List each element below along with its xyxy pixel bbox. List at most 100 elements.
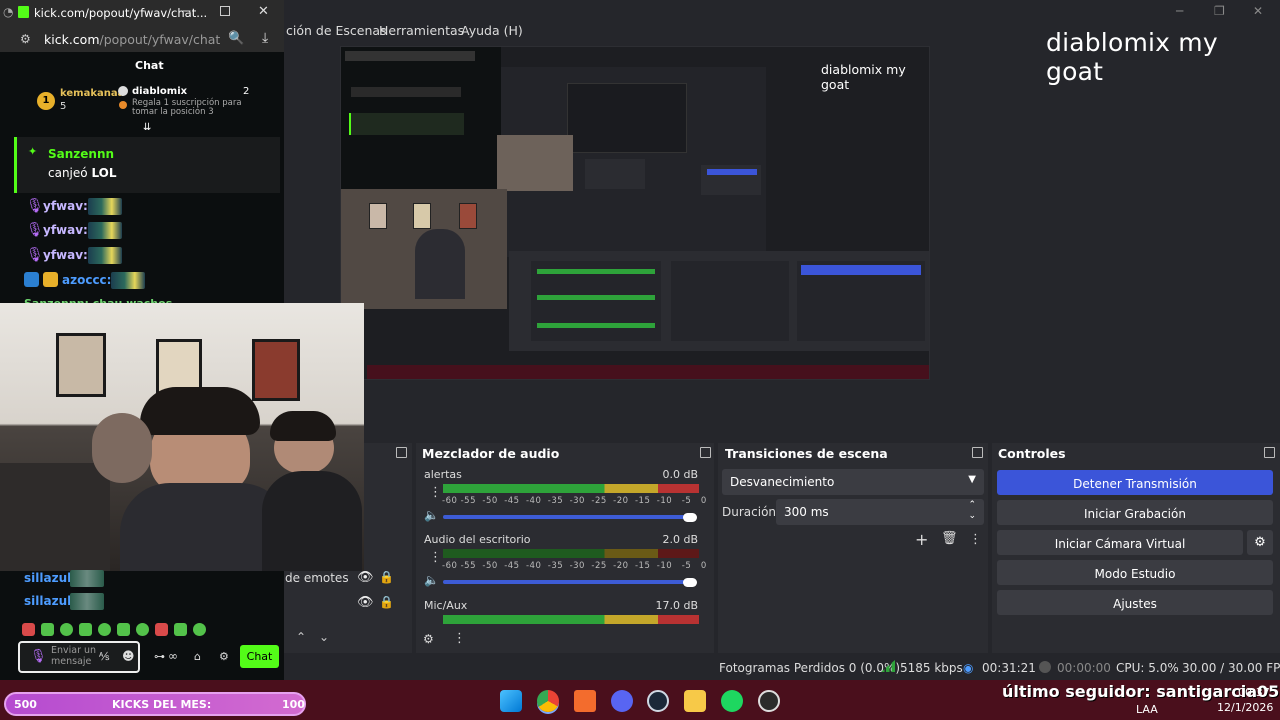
zoom-icon[interactable]: 🔍 xyxy=(228,31,244,46)
speaker-icon[interactable]: 🔈 xyxy=(424,573,439,587)
translate-icon[interactable]: ⅍ xyxy=(99,650,109,663)
poster xyxy=(56,333,106,397)
transition-select[interactable]: Desvanecimiento ▼ xyxy=(722,469,984,495)
close-icon[interactable]: ✕ xyxy=(258,4,269,19)
chevron-up-icon[interactable]: ⌃ xyxy=(296,630,306,644)
leaderboard-name[interactable]: diablomix xyxy=(132,86,187,97)
emoji-icon[interactable]: ☻ xyxy=(122,649,135,663)
undock-icon[interactable] xyxy=(972,447,983,458)
emote-icon[interactable] xyxy=(60,623,73,636)
chrome-icon[interactable] xyxy=(537,690,559,712)
duration-field[interactable]: 300 ms ⌃ ⌄ xyxy=(776,499,984,525)
emote-icon[interactable] xyxy=(155,623,168,636)
menu-scene-collection[interactable]: ción de Escenas xyxy=(286,23,387,38)
emote-icon[interactable] xyxy=(79,623,92,636)
record-time: 00:00:00 xyxy=(1057,661,1111,675)
minimize-icon[interactable]: ─ xyxy=(183,4,190,18)
store-icon[interactable]: ⌂ xyxy=(194,650,201,663)
undock-icon[interactable] xyxy=(1264,447,1275,458)
chevron-down-icon[interactable]: ⌄ xyxy=(319,630,329,644)
clock-time[interactable]: 00:37 xyxy=(1238,686,1270,699)
gear-icon[interactable]: ⚙ xyxy=(423,632,434,646)
leaderboard-name[interactable]: kemakanaa xyxy=(60,88,124,99)
clock-date[interactable]: 12/1/2026 xyxy=(1217,701,1273,714)
volume-meter xyxy=(443,615,699,624)
speaker-icon[interactable]: 🔈 xyxy=(424,508,439,522)
emote-icon[interactable] xyxy=(41,623,54,636)
lock-icon[interactable]: 🔒 xyxy=(379,595,394,609)
chat-username[interactable]: sillazul: xyxy=(24,594,76,608)
discord-icon[interactable] xyxy=(611,690,633,712)
add-icon[interactable]: + xyxy=(915,530,928,549)
trash-icon[interactable]: 🗑 xyxy=(941,531,958,546)
fl-studio-icon[interactable] xyxy=(574,690,596,712)
eye-icon[interactable]: 👁 xyxy=(357,570,374,585)
emote-icon[interactable] xyxy=(98,623,111,636)
menu-tools[interactable]: Herramientas xyxy=(379,23,464,38)
close-icon[interactable]: ✕ xyxy=(1253,4,1263,18)
rank-badge: 1 xyxy=(37,92,55,110)
nested-highlight xyxy=(349,113,464,135)
undock-icon[interactable] xyxy=(396,447,407,458)
chat-settings-icon[interactable]: ⚙ xyxy=(219,650,229,663)
steam-icon[interactable] xyxy=(647,690,669,712)
volume-knob[interactable] xyxy=(683,513,697,522)
chat-username[interactable]: azoccc: xyxy=(62,273,111,287)
site-settings-icon[interactable]: ⚙ xyxy=(20,32,31,46)
eye-icon[interactable]: 👁 xyxy=(357,595,374,610)
crown-badge-icon xyxy=(43,272,58,287)
mixer-menu-icon[interactable]: ⋮ xyxy=(453,632,466,645)
emote-icon[interactable] xyxy=(136,623,149,636)
language-indicator[interactable]: LAA xyxy=(1136,703,1158,716)
file-explorer-icon[interactable] xyxy=(684,690,706,712)
redeem-user[interactable]: Sanzennn xyxy=(48,147,114,161)
stepper-icon[interactable]: ⌃ ⌄ xyxy=(968,500,976,522)
transition-menu-icon[interactable]: ⋮ xyxy=(969,533,982,546)
studio-mode-button[interactable]: Modo Estudio xyxy=(997,560,1273,585)
channel-menu-icon[interactable]: ⋮ xyxy=(429,486,442,499)
start-virtual-camera-button[interactable]: Iniciar Cámara Virtual xyxy=(997,530,1243,555)
url[interactable]: kick.com/popout/yfwav/chat xyxy=(44,32,220,47)
emote-icon[interactable] xyxy=(22,623,35,636)
minimize-icon[interactable]: ─ xyxy=(1176,4,1183,18)
maximize-icon[interactable]: ❐ xyxy=(1214,4,1225,18)
spotify-icon[interactable] xyxy=(721,690,743,712)
start-recording-button[interactable]: Iniciar Grabación xyxy=(997,500,1273,525)
stop-stream-button[interactable]: Detener Transmisión xyxy=(997,470,1273,495)
emote-icon[interactable] xyxy=(174,623,187,636)
channel-name: Audio del escritorio xyxy=(424,533,531,546)
volume-slider[interactable] xyxy=(443,515,693,519)
send-chat-button[interactable]: Chat xyxy=(240,645,279,668)
chat-username[interactable]: yfwav: xyxy=(43,248,88,262)
expand-icon[interactable]: ⇊ xyxy=(143,122,151,133)
obs-icon[interactable] xyxy=(758,690,780,712)
screen: ción de Escenas Herramientas Ayuda (H) ─… xyxy=(0,0,1280,720)
volume-knob[interactable] xyxy=(683,578,697,587)
menu-help[interactable]: Ayuda (H) xyxy=(461,23,523,38)
gear-icon[interactable]: ⚙ xyxy=(1247,530,1273,555)
channel-menu-icon[interactable]: ⋮ xyxy=(429,551,442,564)
meter-ticks: -60 -55 -50 -45 -40 -35 -30 -25 -20 -15 … xyxy=(442,561,707,571)
volume-slider[interactable] xyxy=(443,580,693,584)
infinity-icon[interactable]: ∞ xyxy=(168,649,178,663)
kicks-icon[interactable]: ⊶ xyxy=(154,650,165,663)
dropped-frames: Fotogramas Perdidos 0 (0.0%) xyxy=(719,661,901,675)
fps: 30.00 / 30.00 FPS xyxy=(1182,661,1280,675)
maximize-icon[interactable] xyxy=(220,6,230,16)
obs-preview[interactable]: diablomix my goat xyxy=(340,46,930,380)
lock-icon[interactable]: 🔒 xyxy=(379,570,394,584)
chat-username[interactable]: yfwav: xyxy=(43,199,88,213)
source-name[interactable]: de emotes xyxy=(285,571,349,585)
chat-username[interactable]: yfwav: xyxy=(43,223,88,237)
undock-icon[interactable] xyxy=(700,447,711,458)
chat-username[interactable]: sillazul: xyxy=(24,571,76,585)
volume-meter xyxy=(443,484,699,493)
emote-icon[interactable] xyxy=(117,623,130,636)
download-icon[interactable]: ⤓ xyxy=(262,30,268,46)
preview-overlay-text: diablomix my goat xyxy=(821,62,906,92)
channel-name: Mic/Aux xyxy=(424,599,468,612)
channel-db: 2.0 dB xyxy=(662,533,698,546)
settings-button[interactable]: Ajustes xyxy=(997,590,1273,615)
emote-icon[interactable] xyxy=(193,623,206,636)
windows-start-icon[interactable] xyxy=(500,690,522,712)
